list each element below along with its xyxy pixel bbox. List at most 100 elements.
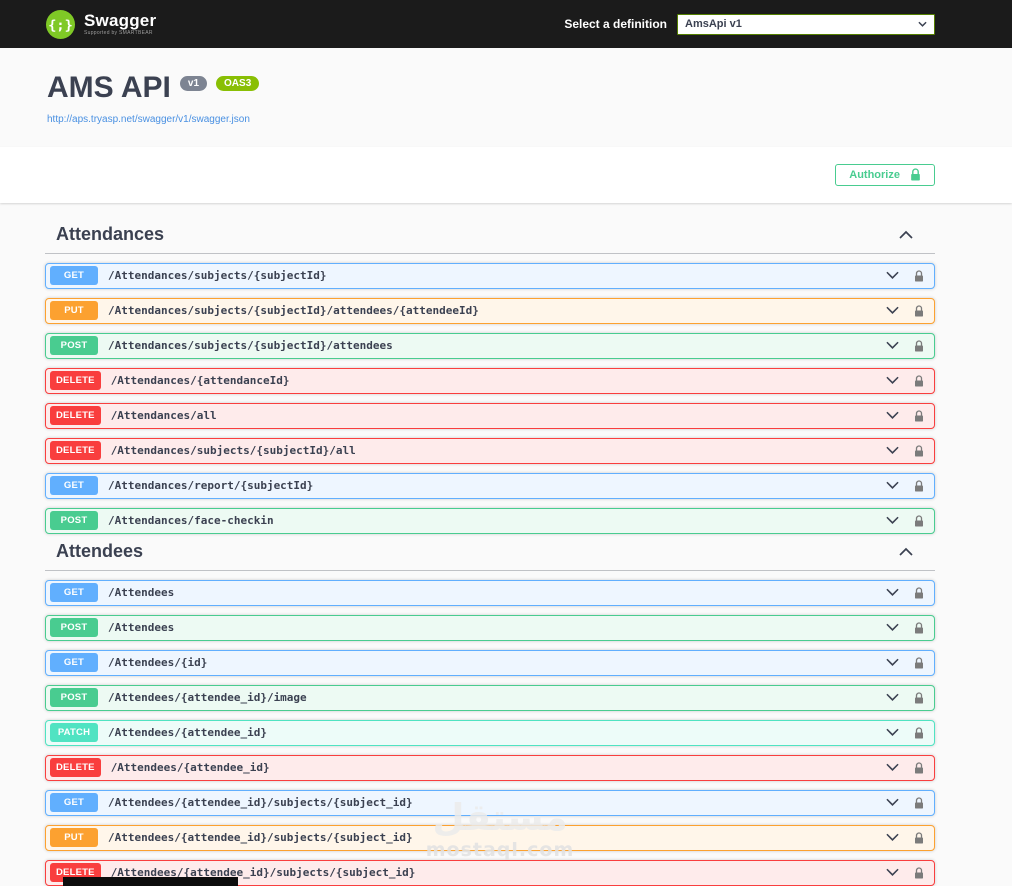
operation-row[interactable]: POST /Attendees/{attendee_id}/image: [45, 684, 935, 711]
chevron-up-icon: [899, 547, 913, 556]
lock-icon[interactable]: [914, 374, 924, 387]
operation-path: /Attendances/report/{subjectId}: [108, 479, 314, 492]
chevron-down-icon: [886, 798, 899, 807]
version-badge: v1: [179, 76, 208, 91]
method-badge: PUT: [50, 828, 98, 847]
operation-path: /Attendances/face-checkin: [108, 514, 274, 527]
section-title: Attendances: [56, 223, 165, 244]
select-chevron-down-icon: [918, 21, 927, 27]
lock-icon[interactable]: [914, 304, 924, 317]
operation-path: /Attendances/{attendanceId}: [110, 374, 290, 387]
method-badge: GET: [50, 476, 98, 495]
operation-row[interactable]: POST /Attendees: [45, 614, 935, 641]
operation-row[interactable]: DELETE /Attendances/all: [45, 402, 935, 429]
operation-row[interactable]: DELETE /Attendances/subjects/{subjectId}…: [45, 437, 935, 464]
definition-select-value: AmsApi v1: [685, 18, 742, 30]
operation-path: /Attendees/{attendee_id}: [110, 761, 270, 774]
operation-row[interactable]: GET /Attendances/subjects/{subjectId}: [45, 262, 935, 289]
lock-icon[interactable]: [914, 691, 924, 704]
authorize-button-label: Authorize: [849, 168, 900, 181]
method-badge: POST: [50, 511, 98, 530]
operation-path: /Attendees/{attendee_id}/subjects/{subje…: [108, 831, 413, 844]
operation-path: /Attendees/{id}: [108, 656, 208, 669]
lock-icon[interactable]: [914, 656, 924, 669]
lock-icon[interactable]: [914, 621, 924, 634]
chevron-down-icon: [886, 833, 899, 842]
api-section: Attendances GET /Attendances/subjects/{s…: [45, 217, 935, 534]
swagger-brand-link[interactable]: {;} Swagger Supported by SMARTBEAR: [45, 9, 156, 40]
operation-row[interactable]: PUT /Attendees/{attendee_id}/subjects/{s…: [45, 824, 935, 851]
lock-icon[interactable]: [914, 479, 924, 492]
operation-row[interactable]: GET /Attendances/report/{subjectId}: [45, 472, 935, 499]
lock-icon[interactable]: [914, 831, 924, 844]
lock-icon[interactable]: [914, 796, 924, 809]
method-badge: DELETE: [50, 371, 101, 390]
section-header[interactable]: Attendances: [45, 217, 935, 254]
operations-area: Attendances GET /Attendances/subjects/{s…: [45, 203, 935, 886]
method-badge: PATCH: [50, 723, 98, 742]
method-badge: POST: [50, 336, 98, 355]
api-info: AMS API v1 OAS3 http://aps.tryasp.net/sw…: [45, 48, 935, 147]
operation-path: /Attendances/subjects/{subjectId}: [108, 269, 327, 282]
chevron-down-icon: [886, 763, 899, 772]
method-badge: GET: [50, 583, 98, 602]
page-title: AMS API: [47, 71, 171, 104]
operation-path: /Attendees/{attendee_id}: [108, 726, 267, 739]
lock-icon[interactable]: [914, 586, 924, 599]
chevron-down-icon: [886, 306, 899, 315]
operation-path: /Attendances/subjects/{subjectId}/attend…: [108, 339, 393, 352]
authorize-lock-icon: [910, 168, 921, 181]
brand-title: Swagger: [84, 11, 157, 30]
chevron-up-icon: [899, 230, 913, 239]
swagger-logo-icon: {;}: [45, 9, 76, 40]
operation-row[interactable]: POST /Attendances/face-checkin: [45, 507, 935, 534]
method-badge: GET: [50, 653, 98, 672]
operation-row[interactable]: PATCH /Attendees/{attendee_id}: [45, 719, 935, 746]
method-badge: DELETE: [50, 406, 101, 425]
chevron-down-icon: [886, 481, 899, 490]
method-badge: POST: [50, 688, 98, 707]
operation-row[interactable]: DELETE /Attendees/{attendee_id}: [45, 754, 935, 781]
operation-path: /Attendees: [108, 621, 175, 634]
operation-row[interactable]: PUT /Attendances/subjects/{subjectId}/at…: [45, 297, 935, 324]
operation-path: /Attendances/subjects/{subjectId}/all: [110, 444, 356, 457]
lock-icon[interactable]: [914, 409, 924, 422]
operation-row[interactable]: POST /Attendances/subjects/{subjectId}/a…: [45, 332, 935, 359]
brand-text: Swagger Supported by SMARTBEAR: [84, 12, 156, 36]
svg-text:{;}: {;}: [48, 17, 72, 33]
chevron-down-icon: [886, 623, 899, 632]
select-definition-label: Select a definition: [564, 17, 667, 31]
status-bar-fragment: [63, 877, 238, 886]
lock-icon[interactable]: [914, 726, 924, 739]
operation-row[interactable]: DELETE /Attendances/{attendanceId}: [45, 367, 935, 394]
lock-icon[interactable]: [914, 866, 924, 879]
operation-row[interactable]: GET /Attendees/{id}: [45, 649, 935, 676]
topbar-inner: {;} Swagger Supported by SMARTBEAR Selec…: [45, 9, 935, 40]
chevron-down-icon: [886, 728, 899, 737]
operation-list: GET /Attendees POST /Attendees GET /Atte…: [45, 579, 935, 886]
definition-select[interactable]: AmsApi v1: [677, 13, 935, 35]
topbar: {;} Swagger Supported by SMARTBEAR Selec…: [0, 0, 1012, 48]
brand-subtitle: Supported by SMARTBEAR: [84, 30, 153, 36]
operation-path: /Attendees/{attendee_id}/image: [108, 691, 307, 704]
oas3-badge: OAS3: [216, 76, 260, 91]
operation-list: GET /Attendances/subjects/{subjectId} PU…: [45, 262, 935, 534]
lock-icon[interactable]: [914, 269, 924, 282]
chevron-down-icon: [886, 271, 899, 280]
method-badge: GET: [50, 266, 98, 285]
api-title-row: AMS API v1 OAS3: [47, 72, 935, 104]
lock-icon[interactable]: [914, 339, 924, 352]
operation-row[interactable]: GET /Attendees: [45, 579, 935, 606]
authorize-button[interactable]: Authorize: [835, 163, 935, 186]
method-badge: DELETE: [50, 758, 101, 777]
lock-icon[interactable]: [914, 444, 924, 457]
chevron-down-icon: [886, 693, 899, 702]
operation-path: /Attendances/all: [110, 409, 217, 422]
operation-row[interactable]: GET /Attendees/{attendee_id}/subjects/{s…: [45, 789, 935, 816]
lock-icon[interactable]: [914, 761, 924, 774]
chevron-down-icon: [886, 341, 899, 350]
section-header[interactable]: Attendees: [45, 534, 935, 571]
spec-url-link[interactable]: http://aps.tryasp.net/swagger/v1/swagger…: [47, 114, 250, 125]
chevron-down-icon: [886, 446, 899, 455]
lock-icon[interactable]: [914, 514, 924, 527]
